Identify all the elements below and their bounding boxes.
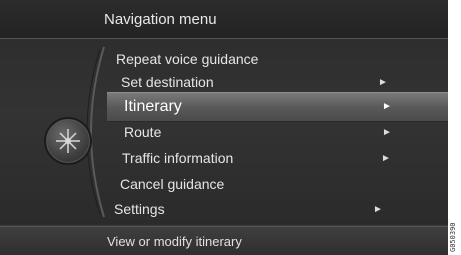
menu-item-traffic-information[interactable]: Traffic information ► [122,146,391,171]
page-title: Navigation menu [104,11,217,28]
status-text: View or modify itinerary [107,234,242,249]
menu-item-route[interactable]: Route ► [124,120,392,145]
menu-item-label: Route [124,124,162,140]
menu-item-repeat-voice-guidance[interactable]: Repeat voice guidance [116,47,258,72]
menu-item-cancel-guidance[interactable]: Cancel guidance [120,172,224,197]
compass-knob-icon[interactable] [44,117,92,165]
figure-code: G050390 [449,222,457,252]
menu-item-set-destination[interactable]: Set destination ► [121,70,388,95]
status-bar: View or modify itinerary [0,226,448,255]
chevron-right-icon: ► [382,127,392,138]
menu-item-label: Set destination [121,74,214,90]
header-bar: Navigation menu [0,0,448,39]
menu-item-label: Repeat voice guidance [116,51,259,67]
menu-item-label: Cancel guidance [120,176,225,192]
menu-item-label: Traffic information [122,150,234,166]
menu-item-label: Itinerary [124,98,182,115]
chevron-right-icon: ► [382,101,392,112]
chevron-right-icon: ► [381,153,391,164]
menu-item-label: Settings [114,201,165,217]
chevron-right-icon: ► [378,77,388,88]
menu-item-itinerary[interactable]: Itinerary ► [124,94,392,119]
menu-item-settings[interactable]: Settings ► [114,197,383,222]
navigation-screen: Navigation menu Repeat voice guidance Se… [0,0,448,255]
chevron-right-icon: ► [373,204,383,215]
